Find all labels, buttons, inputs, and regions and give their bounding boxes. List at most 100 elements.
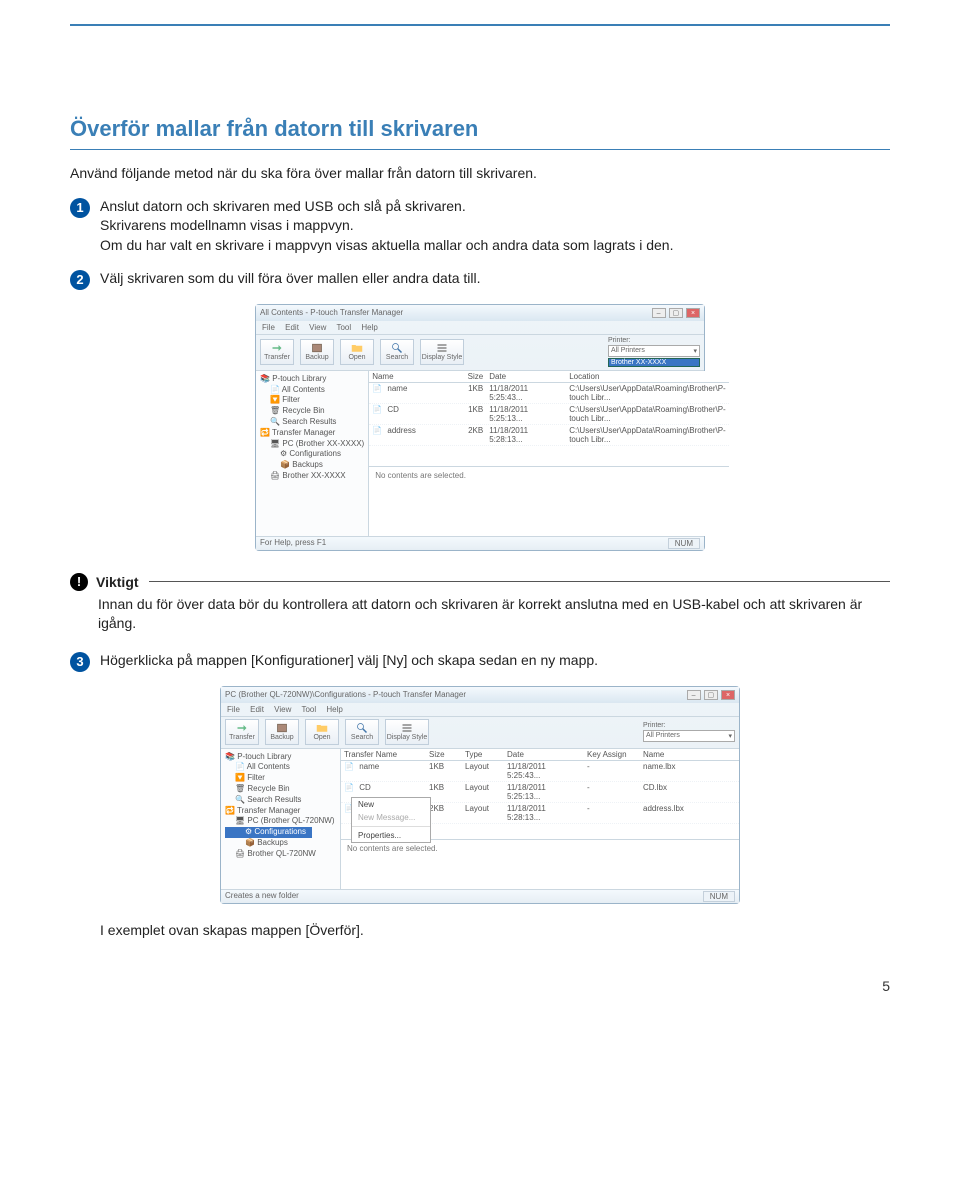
ctx-new-message[interactable]: New Message...	[352, 811, 430, 824]
step-number-badge: 1	[70, 198, 90, 218]
ctx-new[interactable]: New	[352, 798, 430, 811]
transfer-icon	[236, 722, 248, 734]
note-rule	[149, 581, 890, 582]
tree-filter[interactable]: 🔽 Filter	[225, 773, 336, 784]
col-size[interactable]: Size	[426, 749, 462, 760]
window-title: PC (Brother QL-720NW)\Configurations - P…	[225, 690, 466, 699]
folder-open-icon	[351, 342, 363, 354]
page-title: Överför mallar från datorn till skrivare…	[70, 116, 890, 150]
menu-edit[interactable]: Edit	[285, 323, 299, 332]
list-item[interactable]: 📄 CD 1KB 11/18/2011 5:25:13... C:\Users\…	[369, 404, 729, 425]
tree-search-results[interactable]: 🔍 Search Results	[260, 417, 364, 428]
important-note: ! Viktigt Innan du för över data bör du …	[70, 573, 890, 633]
col-name[interactable]: Name	[369, 371, 454, 382]
list-item[interactable]: 📄 name 1KB Layout 11/18/2011 5:25:43... …	[341, 761, 739, 782]
menu-view[interactable]: View	[274, 705, 291, 714]
col-keyassign[interactable]: Key Assign	[584, 749, 640, 760]
attention-icon: !	[70, 573, 88, 591]
tree-all-contents[interactable]: 📄 All Contents	[225, 762, 336, 773]
col-location[interactable]: Location	[566, 371, 729, 382]
step-number-badge: 3	[70, 652, 90, 672]
step-3-text: Högerklicka på mappen [Konfigurationer] …	[100, 651, 890, 670]
tree-pane: 📚 P-touch Library 📄 All Contents 🔽 Filte…	[256, 371, 369, 536]
maximize-button[interactable]: ▢	[669, 308, 683, 318]
search-button[interactable]: Search	[345, 719, 379, 745]
intro-text: Använd följande metod när du ska föra öv…	[70, 164, 890, 183]
context-menu: New New Message... Properties...	[351, 797, 431, 843]
tree-pane: 📚 P-touch Library 📄 All Contents 🔽 Filte…	[221, 749, 341, 889]
status-num: NUM	[703, 891, 735, 902]
minimize-button[interactable]: –	[687, 690, 701, 700]
menubar: File Edit View Tool Help	[256, 321, 704, 335]
printer-label: Printer:	[643, 722, 735, 729]
transfer-button[interactable]: Transfer	[260, 339, 294, 365]
printer-selected[interactable]: Brother XX-XXXX	[608, 358, 700, 367]
tree-backups[interactable]: 📦 Backups	[260, 460, 364, 471]
backup-icon	[311, 342, 323, 354]
list-icon	[401, 722, 413, 734]
minimize-button[interactable]: –	[652, 308, 666, 318]
search-icon	[391, 342, 403, 354]
window-title: All Contents - P-touch Transfer Manager	[260, 308, 403, 317]
tree-search-results[interactable]: 🔍 Search Results	[225, 795, 336, 806]
tree-filter[interactable]: 🔽 Filter	[260, 395, 364, 406]
display-style-button[interactable]: Display Style	[385, 719, 429, 745]
ctx-properties[interactable]: Properties...	[352, 829, 430, 842]
backup-icon	[276, 722, 288, 734]
status-text: Creates a new folder	[225, 891, 299, 902]
menubar: File Edit View Tool Help	[221, 703, 739, 717]
close-button[interactable]: ×	[686, 308, 700, 318]
list-item[interactable]: 📄 name 1KB 11/18/2011 5:25:43... C:\User…	[369, 383, 729, 404]
col-size[interactable]: Size	[454, 371, 486, 382]
list-item[interactable]: 📄 address 2KB 11/18/2011 5:28:13... C:\U…	[369, 425, 729, 446]
col-date[interactable]: Date	[504, 749, 584, 760]
note-text: Innan du för över data bör du kontroller…	[70, 595, 890, 633]
col-name[interactable]: Name	[640, 749, 739, 760]
menu-tool[interactable]: Tool	[301, 705, 316, 714]
transfer-button[interactable]: Transfer	[225, 719, 259, 745]
col-type[interactable]: Type	[462, 749, 504, 760]
open-button[interactable]: Open	[340, 339, 374, 365]
menu-help[interactable]: Help	[326, 705, 342, 714]
step-1: 1 Anslut datorn och skrivaren med USB oc…	[70, 197, 890, 255]
open-button[interactable]: Open	[305, 719, 339, 745]
maximize-button[interactable]: ▢	[704, 690, 718, 700]
page-number: 5	[70, 978, 890, 994]
step-1-line1: Anslut datorn och skrivaren med USB och …	[100, 197, 890, 216]
tree-all-contents[interactable]: 📄 All Contents	[260, 385, 364, 396]
tree-pc[interactable]: 🖥 PC (Brother XX-XXXX)	[260, 439, 364, 450]
tree-configurations[interactable]: ⚙ Configurations	[225, 827, 312, 838]
header-rule	[70, 24, 890, 26]
tree-printer[interactable]: 🖨 Brother QL-720NW	[225, 849, 336, 860]
col-date[interactable]: Date	[486, 371, 566, 382]
menu-edit[interactable]: Edit	[250, 705, 264, 714]
col-transfername[interactable]: Transfer Name	[341, 749, 426, 760]
backup-button[interactable]: Backup	[265, 719, 299, 745]
tree-printer[interactable]: 🖨 Brother XX-XXXX	[260, 471, 364, 482]
printer-combo[interactable]: All Printers▾	[643, 730, 735, 742]
menu-help[interactable]: Help	[361, 323, 377, 332]
search-icon	[356, 722, 368, 734]
menu-view[interactable]: View	[309, 323, 326, 332]
tree-recycle-bin[interactable]: 🗑 Recycle Bin	[225, 784, 336, 795]
step-1-line3: Om du har valt en skrivare i mappvyn vis…	[100, 236, 890, 255]
chevron-down-icon: ▾	[693, 347, 697, 355]
menu-file[interactable]: File	[227, 705, 240, 714]
step-3: 3 Högerklicka på mappen [Konfigurationer…	[70, 651, 890, 672]
backup-button[interactable]: Backup	[300, 339, 334, 365]
tree-configurations[interactable]: ⚙ Configurations	[260, 449, 364, 460]
printer-combo[interactable]: All Printers▾	[608, 345, 700, 357]
transfer-icon	[271, 342, 283, 354]
search-button[interactable]: Search	[380, 339, 414, 365]
display-style-button[interactable]: Display Style	[420, 339, 464, 365]
menu-file[interactable]: File	[262, 323, 275, 332]
list-icon	[436, 342, 448, 354]
step-2-text: Välj skrivaren som du vill föra över mal…	[100, 269, 890, 288]
tree-pc[interactable]: 🖥 PC (Brother QL-720NW)	[225, 816, 336, 827]
preview-pane: No contents are selected.	[341, 839, 739, 889]
tree-recycle-bin[interactable]: 🗑 Recycle Bin	[260, 406, 364, 417]
tree-backups[interactable]: 📦 Backups	[225, 838, 336, 849]
printer-label: Printer:	[608, 337, 700, 344]
close-button[interactable]: ×	[721, 690, 735, 700]
menu-tool[interactable]: Tool	[336, 323, 351, 332]
